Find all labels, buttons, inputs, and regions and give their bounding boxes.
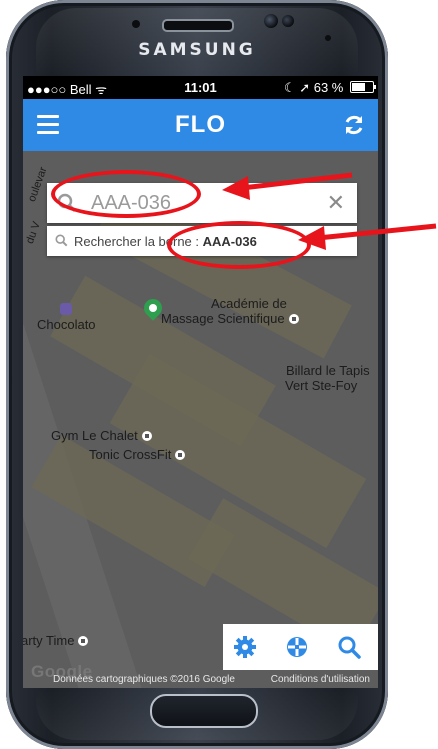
- arrow-to-suggestion: [298, 223, 437, 250]
- annotation-arrows: [222, 172, 437, 250]
- arrow-to-search: [222, 172, 353, 200]
